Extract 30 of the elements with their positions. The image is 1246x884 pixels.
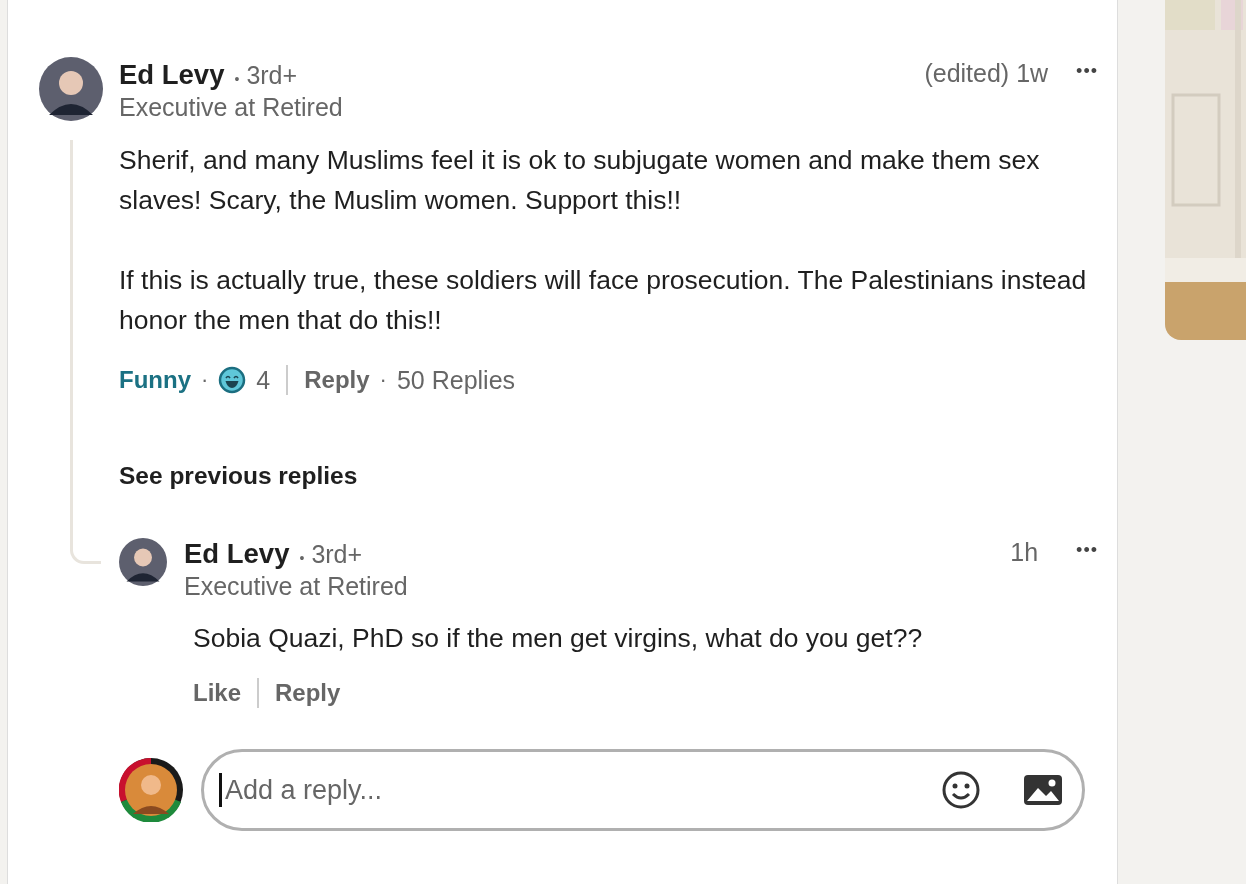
comment-text: If this is actually true, these soldiers will face prosecution. The Palestinians instead honor the men that do this!! (119, 264, 1088, 337)
emoji-icon[interactable] (941, 770, 981, 810)
laughing-face-icon (218, 366, 247, 394)
dot-separator: · (201, 367, 209, 393)
replies-link[interactable]: 50 Replies (396, 365, 516, 395)
avatar[interactable] (39, 57, 103, 121)
comment-time: (edited) 1w (924, 59, 1049, 87)
reaction-button[interactable]: Funny (119, 366, 191, 394)
more-options-button[interactable]: ••• (1076, 57, 1098, 85)
connection-degree: 3rd+ (246, 61, 298, 90)
reply-input-field[interactable]: Add a reply... (201, 749, 1085, 831)
bullet-separator: • (299, 550, 305, 566)
like-button[interactable]: Like (193, 679, 242, 707)
avatar[interactable] (119, 538, 167, 586)
reply-time: 1h (1010, 538, 1039, 566)
comment-text: Sherif, and many Muslims feel it is ok to subjugate women and make them sex slaves! Scary, the Muslim women. Support this!! (119, 144, 1041, 217)
author-headline: Executive at Retired (184, 572, 409, 600)
reply-button[interactable]: Reply (304, 366, 370, 394)
author-headline: Executive at Retired (119, 93, 344, 121)
reply-text: Sobia Quazi, PhD so if the men get virgins, what do you get?? (193, 622, 924, 655)
see-previous-replies-link[interactable]: See previous replies (119, 462, 358, 490)
bullet-separator: • (234, 71, 240, 87)
more-options-button[interactable]: ••• (1076, 536, 1098, 564)
author-name[interactable]: Ed Levy (184, 536, 290, 572)
author-name[interactable]: Ed Levy (119, 57, 225, 93)
avatar (119, 758, 183, 822)
dot-separator: · (379, 367, 387, 393)
reply-button[interactable]: Reply (275, 679, 341, 707)
connection-degree: 3rd+ (311, 540, 363, 569)
reaction-count: 4 (256, 365, 271, 395)
